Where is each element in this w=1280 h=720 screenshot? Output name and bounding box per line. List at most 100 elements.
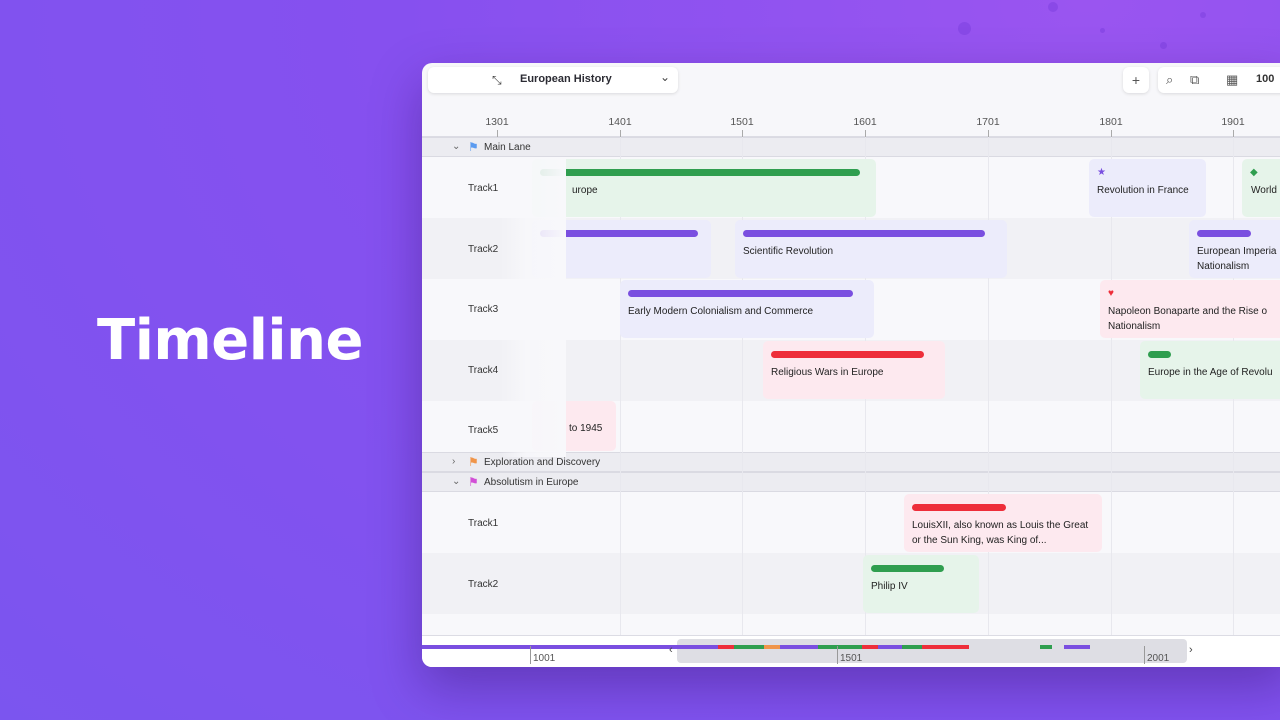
track-row [422,553,1280,614]
event-label-line: Nationalism [1108,321,1161,332]
event-card[interactable]: ★ Revolution in France [1089,159,1206,217]
event-label: Early Modern Colonialism and Commerce [628,306,814,317]
lane-name: Main Lane [484,142,531,153]
zoom-level[interactable]: 100 [1256,73,1274,85]
event-card[interactable]: ♥ Napoleon Bonaparte and the Rise o Nati… [1100,280,1280,338]
event-card[interactable]: Philip IV [863,555,979,613]
event-bar [912,504,1006,511]
track-label: Track2 [468,579,499,590]
minimap-segment [764,645,780,649]
ruler-tick [988,130,989,137]
chevron-right-icon[interactable]: › [1189,644,1193,656]
lane-name: Absolutism in Europe [484,477,579,488]
chevron-down-icon[interactable]: ⌄ [452,476,460,487]
minimap-segment [878,645,902,649]
timeline-window: ⤡ European History ⌄ + ⌕ ⧉ ▦ 100 1301 14… [422,63,1280,667]
background-dot [1100,28,1105,33]
ruler-tick-label: 1801 [1099,116,1123,128]
chevron-right-icon[interactable]: › [452,456,455,467]
ruler-tick-label: 1301 [485,116,509,128]
background-dot [1160,42,1167,49]
event-label: Scientific Revolution [743,246,834,257]
event-bar [743,230,985,237]
heart-icon: ♥ [1108,288,1114,299]
event-card[interactable]: Early Modern Colonialism and Commerce [620,280,874,338]
event-label-line: European Imperia [1197,246,1277,257]
flag-icon: ⚑ [468,475,479,489]
ruler-tick [497,130,498,137]
ruler-tick [620,130,621,137]
minimap-viewport[interactable] [677,639,1187,663]
event-bar [771,351,924,358]
event-card[interactable]: Scientific Revolution [735,220,1007,278]
track-row [422,614,1280,635]
plus-icon: + [1131,72,1141,88]
ruler-tick-label: 1901 [1221,116,1245,128]
copy-icon[interactable]: ⧉ [1190,72,1199,88]
event-label: Revolution in France [1097,185,1189,196]
collapse-icon[interactable]: ⤡ [492,73,502,88]
search-icon[interactable]: ⌕ [1166,72,1173,88]
add-event-button[interactable]: + [1123,67,1149,93]
minimap-tick [1144,646,1145,664]
track-label: Track5 [468,425,499,436]
event-bar [540,169,860,176]
ruler-tick [865,130,866,137]
event-card[interactable]: LouisXII, also known as Louis the Great … [904,494,1102,552]
timeline-picker[interactable]: ⤡ European History ⌄ [428,67,678,93]
diamond-icon: ◆ [1250,167,1258,178]
event-card[interactable]: Europe in the Age of Revolu [1140,341,1280,399]
event-bar [628,290,853,297]
event-label: World [1251,185,1277,196]
background-dot [1200,12,1206,18]
event-label: LouisXII, also known as Louis the Great … [912,520,1089,546]
hero-title: Timeline [97,308,363,373]
event-card[interactable]: urope [532,159,876,217]
toolbar-group: ⌕ ⧉ ▦ 100 [1158,67,1280,93]
minimap-segment [818,645,862,649]
event-card[interactable]: ◆ World [1242,159,1280,217]
event-card[interactable]: Religious Wars in Europe [763,341,945,399]
minimap-segment [922,645,969,649]
star-icon: ★ [1097,167,1106,178]
chevron-down-icon[interactable]: ⌄ [660,70,670,84]
calendar-icon[interactable]: ▦ [1226,72,1238,88]
minimap-segment [1040,645,1052,649]
event-label: Philip IV [871,581,908,592]
minimap-segment [862,645,878,649]
event-label: to 1945 [569,423,603,434]
minimap-segment [780,645,818,649]
event-bar [1148,351,1171,358]
timeline-minimap[interactable]: ‹ › 1001 1501 2001 [422,635,1280,667]
track-label: Track1 [468,518,499,529]
minimap-tick-label: 1001 [533,653,556,664]
minimap-segment [718,645,734,649]
minimap-segment [734,645,764,649]
event-label: Religious Wars in Europe [771,367,884,378]
track-label: Track4 [468,365,499,376]
ruler-tick-label: 1501 [730,116,754,128]
flag-icon: ⚑ [468,455,479,469]
event-label-line: Napoleon Bonaparte and the Rise o [1108,306,1268,317]
minimap-segment [422,645,718,649]
event-bar [871,565,944,572]
chevron-left-icon[interactable]: ‹ [669,644,673,656]
ruler-tick [1111,130,1112,137]
track-label: Track2 [468,244,499,255]
event-label-line: Nationalism [1197,261,1250,272]
track-label: Track1 [468,183,499,194]
chevron-down-icon[interactable]: ⌄ [452,141,460,152]
background-dot [1048,2,1058,12]
fade-overlay [500,157,566,457]
track-label: Track3 [468,304,499,315]
ruler-tick-label: 1701 [976,116,1000,128]
lane-header-absolutism[interactable]: ⌄ ⚑ Absolutism in Europe [422,472,1280,492]
event-label: European Imperia Nationalism [1197,244,1277,274]
event-card[interactable]: European Imperia Nationalism [1189,220,1280,278]
ruler-tick [1233,130,1234,137]
lane-header-main[interactable]: ⌄ ⚑ Main Lane [422,137,1280,157]
minimap-segment [1064,645,1090,649]
timeline-picker-title: European History [520,73,612,85]
background-dot [958,22,971,35]
minimap-tick-label: 1501 [840,653,863,664]
